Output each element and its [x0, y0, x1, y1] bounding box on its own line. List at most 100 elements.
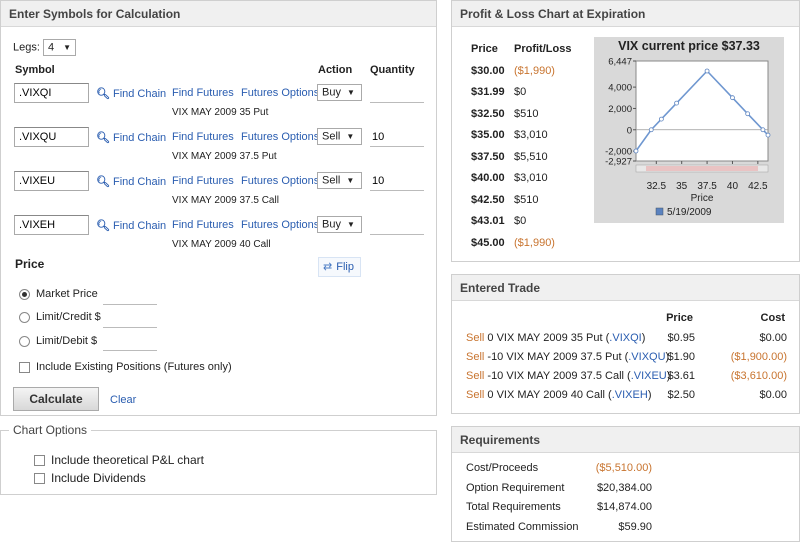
action-select[interactable]: Sell ▼	[317, 172, 362, 189]
pl-value: $3,010	[514, 129, 548, 141]
find-futures-link[interactable]: Find Futures	[172, 219, 234, 231]
market-price-option[interactable]: Market Price	[19, 288, 98, 308]
futures-options-link[interactable]: Futures Options	[241, 175, 319, 187]
theoretical-pl-option[interactable]: Include theoretical P&L chart	[34, 453, 204, 467]
limit-debit-option[interactable]: Limit/Debit $	[19, 335, 97, 355]
find-chain-link[interactable]: 🔍︎ Find Chain	[96, 219, 166, 232]
data-point	[760, 127, 766, 133]
table-row: Total Requirements $14,874.00	[452, 501, 800, 519]
leg-description: VIX MAY 2009 35 Put	[172, 107, 269, 118]
legs-select[interactable]: 4 ▼	[42, 39, 77, 56]
trade-cost: ($3,610.00)	[730, 370, 787, 382]
y-tick-label: 0	[627, 125, 632, 136]
chevron-down-icon: ▼	[346, 88, 355, 97]
legend-swatch	[655, 207, 664, 216]
action-select[interactable]: Buy ▼	[317, 84, 362, 101]
limit-debit-input[interactable]	[103, 335, 157, 351]
quantity-input[interactable]	[370, 83, 424, 103]
trade-desc-text: 0 VIX MAY 2009 35 Put (	[484, 332, 610, 344]
symbol-input[interactable]	[14, 83, 89, 103]
pl-value: ($1,990)	[514, 65, 555, 77]
trade-cost: $0.00	[759, 389, 787, 401]
table-row: Sell -10 VIX MAY 2009 37.5 Put (.VIXQU) …	[452, 351, 800, 369]
limit-credit-option[interactable]: Limit/Credit $	[19, 311, 101, 331]
x-tick-label: 37.5	[697, 181, 717, 192]
radio-limit-credit[interactable]	[19, 311, 30, 323]
data-point	[704, 68, 710, 74]
chart-options-title: Chart Options	[9, 423, 92, 437]
action-select[interactable]: Buy ▼	[317, 216, 362, 233]
calc-panel-title: Enter Symbols for Calculation	[1, 1, 436, 27]
find-futures-link[interactable]: Find Futures	[172, 175, 234, 187]
quantity-input[interactable]	[370, 171, 424, 191]
req-value: $14,874.00	[596, 501, 652, 513]
pl-value: $0	[514, 215, 527, 227]
calculate-button[interactable]: Calculate	[13, 387, 99, 411]
trade-cost: $0.00	[759, 332, 787, 344]
flip-button[interactable]: ⇄ Flip	[318, 257, 361, 277]
quantity-input[interactable]	[370, 215, 424, 235]
find-chain-label: Find Chain	[112, 132, 167, 144]
chevron-down-icon: ▼	[346, 220, 355, 229]
dividends-checkbox[interactable]	[34, 473, 45, 485]
market-price-label: Market Price	[36, 288, 98, 300]
data-point	[674, 100, 680, 106]
y-tick-label: 6,447	[608, 57, 632, 68]
pl-value: $3,010	[514, 172, 548, 184]
include-existing-checkbox[interactable]	[19, 361, 30, 373]
trade-cost: ($1,900.00)	[730, 351, 787, 363]
quantity-input[interactable]	[370, 127, 424, 147]
action-value: Sell	[322, 130, 341, 143]
leg-row: 🔍︎Find Chain Find Futures Futures Option…	[1, 127, 438, 171]
action-select[interactable]: Sell ▼	[317, 128, 362, 145]
trade-price: $1.90	[667, 351, 695, 363]
pl-value: $5,510	[514, 151, 548, 163]
futures-options-link[interactable]: Futures Options	[241, 131, 319, 143]
trade-cost-header: Cost	[760, 312, 785, 324]
theoretical-pl-checkbox[interactable]	[34, 455, 45, 467]
clear-link[interactable]: Clear	[110, 394, 136, 406]
requirements-title: Requirements	[452, 427, 799, 453]
symbol-input[interactable]	[14, 127, 89, 147]
futures-options-link[interactable]: Futures Options	[241, 87, 319, 99]
find-futures-link[interactable]: Find Futures	[172, 131, 234, 143]
find-futures-link[interactable]: Find Futures	[172, 87, 234, 99]
trade-symbol-link[interactable]: .VIXQI	[609, 332, 641, 344]
req-value: $20,384.00	[596, 482, 652, 494]
pl-value: $510	[514, 194, 539, 206]
dividends-label: Include Dividends	[51, 471, 146, 485]
radio-limit-debit[interactable]	[19, 335, 30, 347]
include-existing-option[interactable]: Include Existing Positions (Futures only…	[19, 361, 232, 373]
find-chain-link[interactable]: 🔍︎ Find Chain	[96, 87, 166, 100]
limit-credit-input[interactable]	[103, 312, 157, 328]
find-chain-link[interactable]: 🔍︎ Find Chain	[96, 131, 166, 144]
symbol-column-header: Symbol	[15, 64, 55, 76]
futures-options-link[interactable]: Futures Options	[241, 219, 319, 231]
entered-trade-panel: Entered Trade Price Cost Sell 0 VIX MAY …	[451, 274, 800, 414]
x-axis-label: Price	[691, 193, 714, 204]
range-slider-fill	[646, 166, 758, 171]
trade-symbol-link[interactable]: .VIXEH	[612, 389, 648, 401]
action-value: Buy	[322, 218, 341, 231]
calculation-panel: Enter Symbols for Calculation Legs: 4 ▼ …	[0, 0, 437, 416]
symbol-input[interactable]	[14, 215, 89, 235]
x-tick-label: 42.5	[748, 181, 768, 192]
trade-symbol-link[interactable]: .VIXEU	[631, 370, 667, 382]
dividends-option[interactable]: Include Dividends	[34, 471, 146, 485]
x-tick-label: 32.5	[647, 181, 667, 192]
pl-value: $0	[514, 86, 527, 98]
radio-market-price[interactable]	[19, 288, 30, 300]
find-chain-link[interactable]: 🔍︎ Find Chain	[96, 175, 166, 188]
trade-desc-close: )	[647, 389, 652, 401]
trade-action: Sell	[466, 370, 485, 382]
symbol-input[interactable]	[14, 171, 89, 191]
trade-description: Sell 0 VIX MAY 2009 40 Call (.VIXEH)	[466, 389, 651, 401]
include-existing-label: Include Existing Positions (Futures only…	[36, 361, 232, 373]
table-row: Cost/Proceeds ($5,510.00)	[452, 462, 800, 480]
swap-icon: ⇄	[323, 261, 333, 273]
search-icon: 🔍︎	[96, 220, 110, 232]
pl-chart: VIX current price $37.33 6,447 4,000 2,000…	[594, 37, 784, 223]
search-icon: 🔍︎	[96, 88, 110, 100]
y-tick-label: 4,000	[608, 83, 632, 94]
trade-symbol-link[interactable]: .VIXQU	[628, 351, 665, 363]
